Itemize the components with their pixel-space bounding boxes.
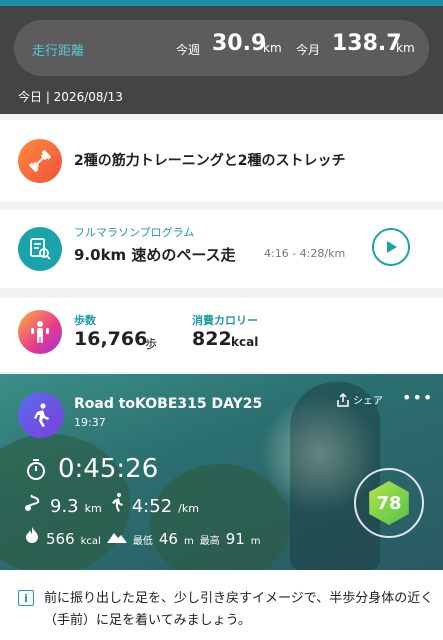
share-icon — [337, 392, 349, 407]
steps-label: 歩数 — [74, 314, 96, 327]
share-label: シェア — [353, 396, 383, 407]
today-date: 今日 | 2026/08/13 — [18, 90, 123, 104]
run-distance-value: 9.3 — [50, 496, 79, 517]
dumbbell-icon — [18, 139, 62, 183]
steps-value: 16,766 — [74, 328, 148, 350]
run-time: 19:37 — [74, 416, 106, 429]
run-title: Road toKOBE315 DAY25 — [74, 396, 263, 412]
elevation-max-label: 最高 — [199, 536, 220, 547]
program-search-icon — [18, 227, 62, 271]
strength-training-card[interactable]: 2種の筋力トレーニングと2種のストレッチ — [0, 120, 443, 202]
runner-pace-icon — [111, 493, 123, 512]
month-unit: km — [396, 41, 415, 55]
program-card[interactable]: フルマラソンプログラム 9.0km 速めのペース走 4:16 - 4:28/km — [0, 210, 443, 288]
run-score-value: 78 — [376, 492, 402, 514]
play-button[interactable] — [372, 228, 410, 266]
mountain-icon — [106, 533, 127, 543]
run-distance-unit: km — [84, 502, 102, 515]
distance-summary-pill[interactable]: 走行距離 今週 30.9 km 今月 138.7 km — [14, 20, 429, 76]
month-distance: 138.7 — [332, 31, 402, 56]
running-icon — [18, 392, 64, 438]
run-calories-unit: kcal — [80, 536, 101, 547]
week-label: 今週 — [176, 43, 201, 57]
elevation-max-value: 91 — [225, 530, 245, 548]
tip-text: 前に振り出した足を、少し引き戻すイメージで、半歩分身体の近く（手前）に足を着いて… — [44, 591, 434, 628]
week-unit: km — [263, 41, 282, 55]
duration-row: 0:45:26 — [24, 454, 158, 484]
stopwatch-icon — [27, 459, 45, 480]
program-label: フルマラソンプログラム — [74, 226, 195, 239]
run-activity-card[interactable]: Road toKOBE315 DAY25 19:37 シェア ••• 0:45:… — [0, 374, 443, 570]
program-pace-range: 4:16 - 4:28/km — [264, 247, 346, 260]
share-button[interactable]: シェア — [336, 392, 383, 407]
distance-label: 走行距離 — [32, 44, 85, 59]
run-calories-value: 566 — [46, 530, 75, 548]
program-workout-title: 9.0km 速めのペース走 — [74, 246, 236, 264]
flame-icon — [26, 527, 38, 543]
elevation-min-unit: m — [183, 536, 194, 547]
activity-card[interactable]: 歩数 16,766 歩 消費カロリー 822 kcal — [0, 298, 443, 372]
calories-value: 822 — [192, 328, 232, 350]
calories-unit: kcal — [231, 335, 259, 349]
steps-unit: 歩 — [145, 337, 158, 351]
duration-value: 0:45:26 — [58, 454, 159, 484]
training-title: 2種の筋力トレーニングと2種のストレッチ — [74, 153, 346, 169]
elevation-max-unit: m — [250, 536, 261, 547]
distance-pace-row: 9.3 km 4:52 /km — [24, 492, 199, 517]
month-label: 今月 — [296, 43, 321, 57]
run-pace-unit: /km — [178, 502, 199, 515]
elevation-min-value: 46 — [158, 530, 178, 548]
more-options-button[interactable]: ••• — [402, 388, 433, 407]
elevation-min-label: 最低 — [132, 536, 153, 547]
coaching-tip: i 前に振り出した足を、少し引き戻すイメージで、半歩分身体の近く（手前）に足を着… — [0, 570, 443, 640]
week-distance: 30.9 — [212, 31, 267, 56]
run-pace-value: 4:52 — [131, 496, 173, 517]
run-score-badge[interactable]: 78 — [354, 468, 424, 538]
calories-label: 消費カロリー — [192, 314, 258, 327]
person-fitness-icon — [18, 310, 62, 354]
route-icon — [25, 494, 40, 511]
calories-elevation-row: 566 kcal 最低 46 m 最高 91 m — [24, 526, 261, 548]
play-icon — [387, 241, 397, 253]
score-hexagon: 78 — [369, 481, 409, 525]
info-icon: i — [18, 590, 34, 606]
summary-header: 走行距離 今週 30.9 km 今月 138.7 km 今日 | 2026/08… — [0, 6, 443, 114]
